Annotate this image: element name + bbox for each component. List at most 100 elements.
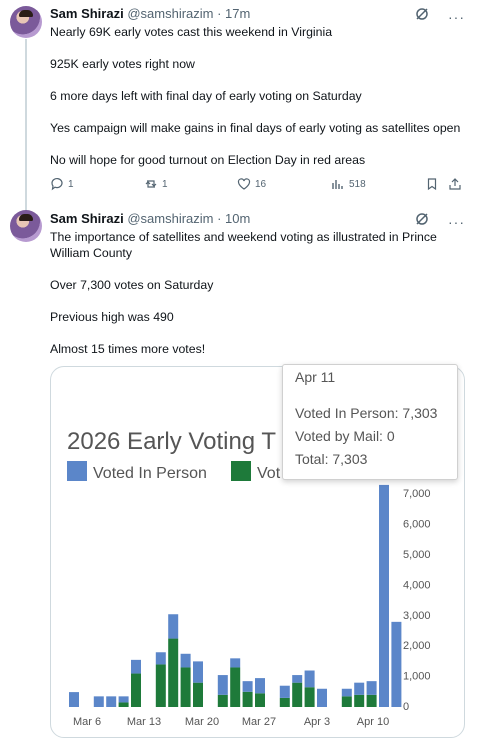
tweet-text-line: Nearly 69K early votes cast this weekend… [50,25,333,39]
thread-line [25,39,27,213]
author-handle[interactable]: @samshirazim [127,6,213,21]
bar-in-person [217,675,228,695]
author-handle[interactable]: @samshirazim [127,211,213,226]
like-button[interactable]: 16 [237,177,266,191]
timestamp[interactable]: · 17m [217,6,250,21]
bar-mail [304,687,315,707]
tooltip-in-person: Voted In Person: 7,303 [295,405,438,421]
y-tick-label: 3,000 [403,610,431,622]
bar-mail [230,667,241,707]
views-icon [332,180,343,189]
bar-mail [279,697,290,707]
repost-button[interactable]: 1 [144,177,168,191]
reply-icon [51,177,63,191]
bar-in-person [242,681,253,692]
grok-icon[interactable] [414,6,430,25]
bar-in-person [69,692,79,707]
bookmark-button[interactable] [425,177,439,191]
tooltip-total: Total: 7,303 [295,451,368,467]
tweet-text-line: The importance of satellites and weekend… [50,230,437,244]
avatar[interactable] [10,6,42,38]
like-count: 16 [255,178,267,190]
bar-in-person [255,678,265,694]
x-tick-label: Mar 27 [242,716,276,728]
y-tick-label: 7,000 [403,488,431,500]
share-button[interactable] [448,177,462,191]
bar-in-person [279,685,290,698]
bar-mail [217,694,228,707]
heart-icon [237,178,251,190]
tweet-text-line: No will hope for good turnout on Electio… [50,153,366,167]
tweet-text-line: William County [50,246,132,260]
x-tick-label: Mar 20 [185,716,219,728]
tweet-actions: 1 1 16 518 [50,177,465,193]
chart-tooltip: Apr 11 Voted In Person: 7,303 Voted by M… [282,364,458,480]
x-tick-label: Mar 13 [127,716,161,728]
y-tick-label: 4,000 [403,579,431,591]
bar-mail [168,638,179,707]
views-button[interactable]: 518 [331,177,366,191]
bar-mail [131,673,141,707]
x-tick-label: Apr 3 [304,716,330,728]
bar-in-person [366,681,377,695]
bar-in-person [379,484,389,707]
legend-swatch-mail [231,461,251,481]
bar-in-person [131,659,141,674]
tweet-1[interactable]: Sam Shirazi @samshirazim · 17m ··· Nearl… [0,0,485,213]
timestamp[interactable]: · 10m [217,211,250,226]
tweet-text-line: Almost 15 times more votes! [50,342,206,356]
bar-in-person [317,688,327,707]
tooltip-mail: Voted by Mail: 0 [295,428,395,444]
repost-icon [145,180,157,188]
bar-in-person [180,653,191,668]
legend-swatch-in-person [67,461,87,481]
x-tick-label: Mar 6 [73,716,101,728]
y-tick-label: 1,000 [403,671,431,683]
tweet-header: Sam Shirazi @samshirazim · 17m [50,6,250,22]
bar-in-person [292,675,303,683]
y-tick-label: 6,000 [403,519,431,531]
bar-mail [193,682,203,707]
header-icons: ··· [400,211,465,230]
tweet-header: Sam Shirazi @samshirazim · 10m [50,211,250,227]
reply-button[interactable]: 1 [50,177,74,191]
share-icon [449,178,461,190]
author-name[interactable]: Sam Shirazi [50,6,124,21]
bar-in-person [341,688,352,697]
bar-in-person [106,696,117,707]
y-tick-label: 2,000 [403,640,431,652]
tweet-text-line: Previous high was 490 [50,310,174,324]
grok-icon[interactable] [414,211,430,230]
bar-mail [341,696,352,707]
avatar[interactable] [10,210,42,242]
tooltip-date: Apr 11 [295,369,336,385]
bookmark-icon [427,178,437,191]
more-icon[interactable]: ··· [448,214,465,230]
tweet-text-line: 6 more days left with final day of early… [50,89,362,103]
bar-in-person [193,661,203,683]
bar-mail [354,694,365,707]
bar-in-person [93,696,104,707]
legend-mail: Vot [257,465,281,482]
repost-count: 1 [162,178,168,190]
views-count: 518 [349,178,366,190]
more-icon[interactable]: ··· [448,9,465,25]
y-tick-label: 0 [403,701,409,713]
bar-in-person [155,652,166,665]
bar-in-person [391,621,402,707]
bar-mail [292,682,303,707]
author-name[interactable]: Sam Shirazi [50,211,124,226]
header-icons: ··· [400,6,465,25]
bar-mail [366,694,377,707]
bar-in-person [304,670,315,688]
tweet-text-line: 925K early votes right now [50,57,195,71]
bar-mail [118,702,129,707]
bar-in-person [354,682,365,695]
chart-title: 2026 Early Voting T [67,428,276,455]
tweet-text-line: Over 7,300 votes on Saturday [50,278,214,292]
x-tick-label: Apr 10 [357,716,389,728]
bar-mail [180,667,191,707]
bar-mail [242,691,253,707]
reply-count: 1 [68,178,74,190]
bar-in-person [230,658,241,668]
